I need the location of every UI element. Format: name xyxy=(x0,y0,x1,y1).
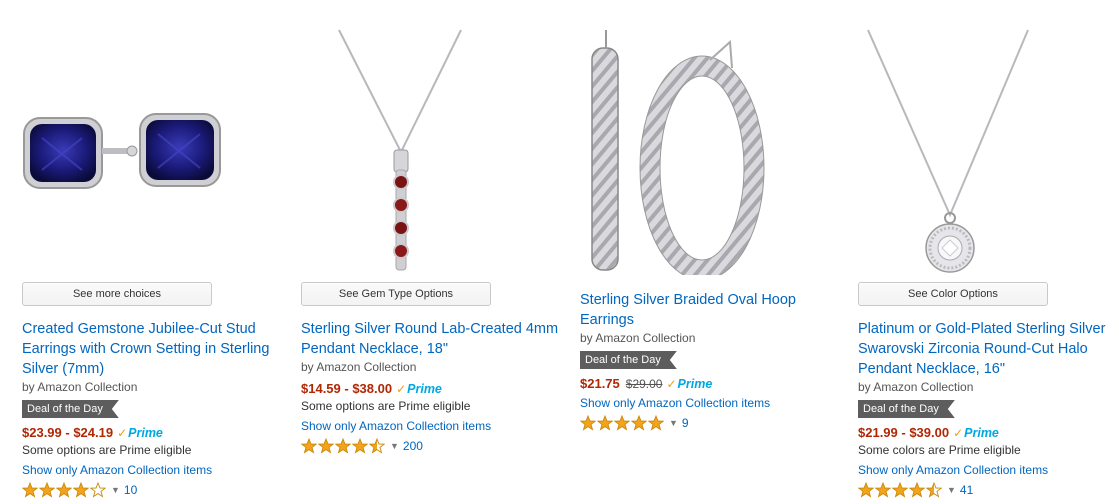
star-rating[interactable] xyxy=(22,482,107,498)
star-icon xyxy=(648,415,664,431)
rating-row[interactable]: ▼ 10 xyxy=(22,481,280,499)
prime-badge: ✓ Prime xyxy=(396,382,442,396)
prime-badge: ✓ Prime xyxy=(666,377,712,391)
star-icon xyxy=(926,482,942,498)
star-icon xyxy=(318,438,334,454)
rating-row[interactable]: ▼ 41 xyxy=(858,481,1116,499)
star-icon xyxy=(614,415,630,431)
product-title-link[interactable]: Platinum or Gold-Plated Sterling Silver … xyxy=(858,319,1116,379)
star-rating[interactable] xyxy=(301,438,386,454)
see-gem-type-options-button[interactable]: See Gem Type Options xyxy=(301,282,491,306)
star-rating[interactable] xyxy=(858,482,943,498)
star-icon xyxy=(858,482,874,498)
prime-badge: ✓ Prime xyxy=(953,426,999,440)
chevron-down-icon[interactable]: ▼ xyxy=(111,485,120,495)
review-count-link[interactable]: 41 xyxy=(960,483,973,497)
product-image-sapphire-earrings[interactable] xyxy=(22,20,262,275)
review-count-link[interactable]: 200 xyxy=(403,439,423,453)
product-card: Sterling Silver Braided Oval Hoop Earrin… xyxy=(580,0,842,504)
prime-eligibility-note: Some colors are Prime eligible xyxy=(858,443,1021,457)
star-icon xyxy=(301,438,317,454)
star-icon xyxy=(335,438,351,454)
rating-row[interactable]: ▼ 9 xyxy=(580,414,842,432)
star-icon xyxy=(22,482,38,498)
prime-check-icon: ✓ xyxy=(396,381,407,396)
product-title-link[interactable]: Sterling Silver Braided Oval Hoop Earrin… xyxy=(580,290,842,330)
prime-label: Prime xyxy=(407,381,442,396)
see-color-options-button[interactable]: See Color Options xyxy=(858,282,1048,306)
price: $21.99 - $39.00 xyxy=(858,425,950,440)
deal-of-the-day-badge: Deal of the Day xyxy=(858,400,955,418)
braided-hoop-earrings-image xyxy=(591,30,765,281)
rating-row[interactable]: ▼ 200 xyxy=(301,437,567,455)
star-icon xyxy=(39,482,55,498)
brand-byline: by Amazon Collection xyxy=(858,380,974,394)
show-amazon-collection-link[interactable]: Show only Amazon Collection items xyxy=(580,396,842,410)
see-more-choices-button[interactable]: See more choices xyxy=(22,282,212,306)
star-icon xyxy=(352,438,368,454)
star-icon xyxy=(369,438,385,454)
star-icon xyxy=(580,415,596,431)
prime-label: Prime xyxy=(964,425,999,440)
price: $23.99 - $24.19 xyxy=(22,425,114,440)
prime-eligibility-note: Some options are Prime eligible xyxy=(301,399,471,413)
product-title-link[interactable]: Created Gemstone Jubilee-Cut Stud Earrin… xyxy=(22,319,280,379)
prime-label: Prime xyxy=(128,425,163,440)
garnet-pendant-necklace-image xyxy=(338,29,462,271)
list-price-strikethrough: $29.00 xyxy=(625,376,663,391)
star-icon xyxy=(90,482,106,498)
chevron-down-icon[interactable]: ▼ xyxy=(669,418,678,428)
deal-of-the-day-badge: Deal of the Day xyxy=(580,351,677,369)
star-icon xyxy=(56,482,72,498)
star-icon xyxy=(875,482,891,498)
brand-byline: by Amazon Collection xyxy=(301,360,417,374)
price: $14.59 - $38.00 xyxy=(301,381,393,396)
chevron-down-icon[interactable]: ▼ xyxy=(390,441,399,451)
brand-byline: by Amazon Collection xyxy=(22,380,138,394)
product-card: See Color Options Platinum or Gold-Plate… xyxy=(858,0,1116,504)
prime-check-icon: ✓ xyxy=(117,425,128,440)
prime-check-icon: ✓ xyxy=(953,425,964,440)
star-icon xyxy=(597,415,613,431)
sapphire-stud-earrings-image xyxy=(23,113,221,189)
show-amazon-collection-link[interactable]: Show only Amazon Collection items xyxy=(858,463,1116,477)
review-count-link[interactable]: 9 xyxy=(682,416,689,430)
star-icon xyxy=(631,415,647,431)
product-image-garnet-pendant[interactable] xyxy=(301,20,501,275)
star-icon xyxy=(892,482,908,498)
prime-label: Prime xyxy=(677,376,713,391)
chevron-down-icon[interactable]: ▼ xyxy=(947,485,956,495)
prime-eligibility-note: Some options are Prime eligible xyxy=(22,443,192,457)
star-icon xyxy=(73,482,89,498)
show-amazon-collection-link[interactable]: Show only Amazon Collection items xyxy=(22,463,280,477)
product-card: See Gem Type Options Sterling Silver Rou… xyxy=(301,0,567,504)
prime-check-icon: ✓ xyxy=(666,376,677,391)
review-count-link[interactable]: 10 xyxy=(124,483,137,497)
halo-pendant-necklace-image xyxy=(867,29,1029,273)
brand-byline: by Amazon Collection xyxy=(580,331,696,345)
product-image-braided-hoops[interactable] xyxy=(580,20,780,281)
product-title-link[interactable]: Sterling Silver Round Lab-Created 4mm Pe… xyxy=(301,319,567,359)
prime-badge: ✓ Prime xyxy=(117,426,163,440)
product-image-halo-pendant[interactable] xyxy=(858,20,1058,275)
price: $21.75 xyxy=(580,376,620,391)
product-card: See more choices Created Gemstone Jubile… xyxy=(22,0,280,504)
deal-of-the-day-badge: Deal of the Day xyxy=(22,400,119,418)
star-icon xyxy=(909,482,925,498)
show-amazon-collection-link[interactable]: Show only Amazon Collection items xyxy=(301,419,567,433)
star-rating[interactable] xyxy=(580,415,665,431)
